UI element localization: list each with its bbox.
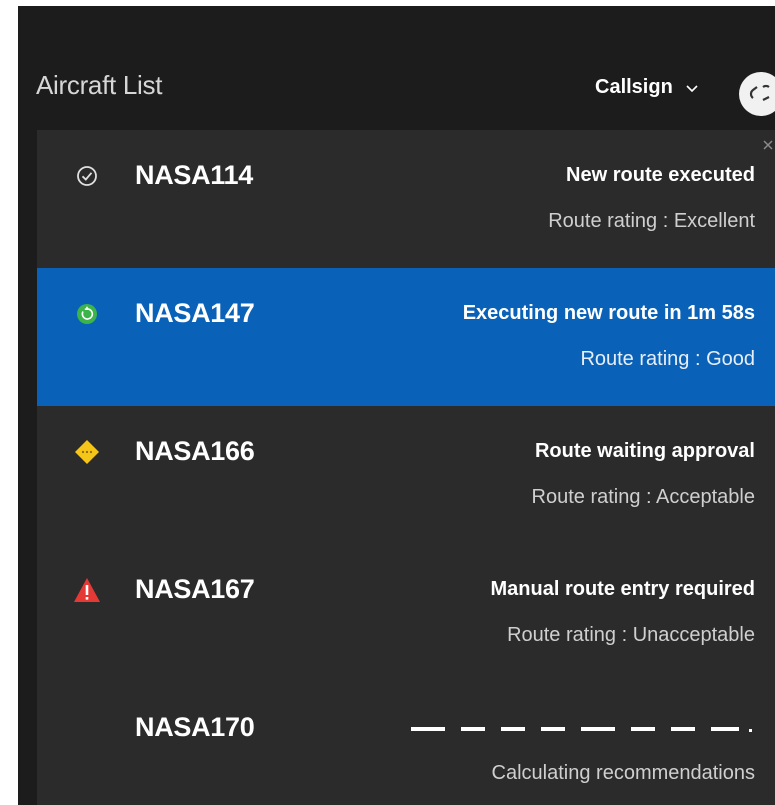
panel-title: Aircraft List [36,70,163,100]
panel-header: Aircraft List Callsign [18,6,775,130]
sort-dropdown[interactable]: Callsign [595,76,699,99]
aircraft-list-panel: Aircraft List Callsign NASA114 New route… [18,6,775,805]
callsign: NASA170 [135,712,255,742]
loading-progress-indicator [411,727,752,732]
callsign: NASA166 [135,436,255,466]
callsign: NASA147 [135,298,255,328]
route-rating: Route rating : Acceptable [531,486,755,508]
route-rating: Route rating : Unacceptable [507,624,755,646]
aircraft-row-nasa114[interactable]: NASA114 New route executed Route rating … [37,130,775,268]
aircraft-row-nasa147[interactable]: NASA147 Executing new route in 1m 58s Ro… [37,268,775,406]
link-icon [749,84,770,101]
route-status: Manual route entry required [490,578,756,600]
pending-diamond-icon [73,438,101,466]
route-status: Executing new route in 1m 58s [462,302,755,324]
chevron-down-icon [686,84,698,92]
route-rating: Route rating : Good [580,348,755,370]
timer-icon [73,300,101,328]
warning-triangle-icon [73,576,101,604]
route-status: New route executed [566,164,755,186]
aircraft-row-nasa167[interactable]: NASA167 Manual route entry required Rout… [37,544,775,682]
check-circle-icon [73,162,101,190]
calculating-label: Calculating recommendations [491,762,755,784]
sort-dropdown-label: Callsign [595,76,673,98]
user-avatar[interactable] [739,72,775,116]
route-status: Route waiting approval [534,440,755,462]
callsign: NASA167 [135,574,255,604]
aircraft-list: NASA114 New route executed Route rating … [37,130,775,805]
aircraft-row-nasa166[interactable]: NASA166 Route waiting approval Route rat… [37,406,775,544]
route-rating: Route rating : Excellent [548,210,755,232]
aircraft-row-nasa170[interactable]: NASA170 Calculating recommendations [37,682,775,805]
callsign: NASA114 [135,160,253,190]
